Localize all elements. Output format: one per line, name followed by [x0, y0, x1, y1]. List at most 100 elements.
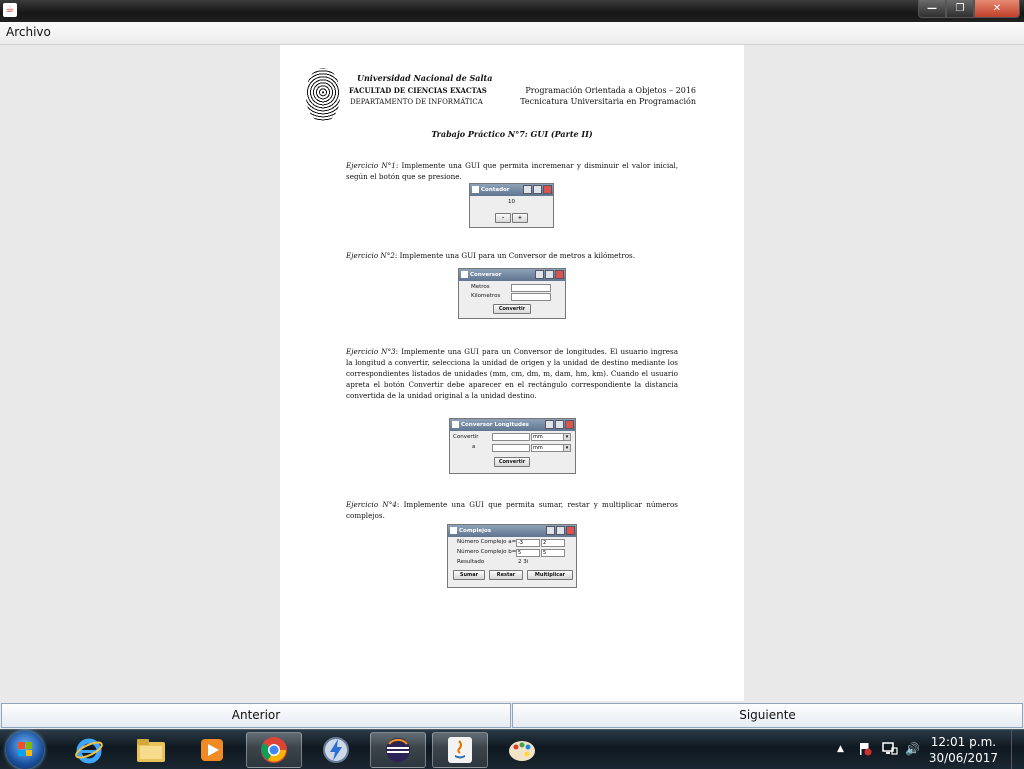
complejo-b-real[interactable]: 5: [516, 549, 540, 557]
taskbar-explorer[interactable]: [123, 732, 179, 768]
maximize-icon: [533, 185, 542, 194]
lightning-app-icon: [323, 737, 349, 763]
complejo-a-label: Número Complejo a=: [457, 539, 517, 545]
increment-button[interactable]: +: [512, 213, 528, 223]
taskbar-media-player[interactable]: [184, 732, 240, 768]
kilometros-field[interactable]: [511, 293, 551, 301]
course-name: Programación Orientada a Objetos – 2016: [525, 86, 696, 95]
contador-title-bar: Contador: [470, 184, 553, 196]
start-button[interactable]: [6, 731, 44, 769]
exercise-3-label: Ejercicio N°3: [346, 347, 396, 356]
siguiente-button[interactable]: Siguiente: [512, 703, 1023, 728]
folder-icon: [137, 739, 165, 762]
close-icon: [543, 185, 552, 194]
multiplicar-button[interactable]: Multiplicar: [527, 570, 573, 580]
career-name: Tecnicatura Universitaria en Programació…: [520, 97, 696, 106]
mini-window-controls: [523, 185, 552, 194]
minimize-icon: [546, 526, 555, 535]
university-name: Universidad Nacional de Salta: [357, 73, 493, 83]
convertir-label: Convertir: [453, 434, 479, 440]
complejos-title: Complejos: [459, 528, 492, 534]
document-title: Trabajo Práctico N°7: GUI (Parte II): [431, 129, 593, 139]
taskbar-java[interactable]: [432, 732, 488, 768]
network-icon[interactable]: [882, 742, 898, 759]
internet-explorer-icon: [75, 738, 103, 764]
maximize-icon: [545, 270, 554, 279]
taskbar-paint[interactable]: [494, 732, 550, 768]
unidad-destino-select[interactable]: mm: [531, 444, 565, 452]
action-center-flag-icon[interactable]: [858, 742, 872, 759]
university-logo: [306, 68, 340, 122]
complejo-b-imag[interactable]: 5: [541, 549, 565, 557]
complejos-title-bar: Complejos: [448, 525, 576, 537]
contador-title: Contador: [481, 187, 510, 193]
longitud-input[interactable]: [492, 433, 530, 441]
clock-date: 30/06/2017: [928, 751, 998, 765]
volume-icon[interactable]: 🔊: [905, 742, 920, 756]
close-button[interactable]: ✕: [974, 0, 1020, 18]
exercise-1-text: Ejercicio N°1: Implemente una GUI que pe…: [346, 160, 678, 182]
complejo-a-imag[interactable]: 2: [541, 539, 565, 547]
close-icon: [555, 270, 564, 279]
show-desktop-button[interactable]: [1011, 730, 1024, 769]
anterior-button[interactable]: Anterior: [1, 703, 511, 728]
chrome-icon: [261, 737, 287, 763]
chevron-down-icon[interactable]: ▾: [563, 433, 571, 441]
contador-window: Contador 10 - +: [469, 183, 554, 228]
taskbar-app-lightning[interactable]: [308, 732, 364, 768]
maximize-icon: [556, 526, 565, 535]
exercise-2-label: Ejercicio N°2: [346, 251, 395, 260]
close-icon: [565, 420, 574, 429]
network-monitor-icon: [882, 742, 898, 755]
window-icon: [450, 527, 457, 534]
taskbar: ▲ 🔊 12:01 p.m. 30/06/2017: [0, 729, 1024, 769]
exercise-3-text: Ejercicio N°3: Implemente una GUI para u…: [346, 346, 678, 401]
window-icon: [472, 186, 479, 193]
taskbar-eclipse[interactable]: [370, 732, 426, 768]
resultado-field[interactable]: [492, 444, 530, 452]
metros-label: Metros: [471, 284, 490, 290]
a-label: a: [472, 444, 476, 450]
media-player-icon: [201, 739, 223, 761]
convertir-button[interactable]: Convertir: [493, 304, 531, 314]
sumar-button[interactable]: Sumar: [453, 570, 485, 580]
minimize-button[interactable]: —: [918, 0, 946, 18]
restar-button[interactable]: Restar: [489, 570, 523, 580]
convertir-longitud-button[interactable]: Convertir: [494, 457, 530, 467]
eclipse-icon: [386, 738, 410, 762]
menu-archivo[interactable]: Archivo: [6, 25, 51, 39]
exercise-4-label: Ejercicio N°4: [346, 500, 397, 509]
maximize-icon: [555, 420, 564, 429]
exercise-4-text: Ejercicio N°4: Implemente una GUI que pe…: [346, 499, 678, 521]
exercise-1-label: Ejercicio N°1: [346, 161, 396, 170]
exercise-2-body: : Implemente una GUI para un Conversor d…: [394, 251, 636, 260]
contador-value: 10: [508, 199, 515, 205]
show-hidden-icons-button[interactable]: ▲: [837, 744, 844, 754]
window-icon: [461, 271, 468, 278]
menu-bar: Archivo: [0, 22, 1024, 45]
maximize-button[interactable]: ❐: [946, 0, 974, 18]
chevron-down-icon[interactable]: ▾: [563, 444, 571, 452]
window-controls: — ❐ ✕: [918, 0, 1020, 18]
paint-palette-icon: [509, 741, 535, 761]
longitudes-title-bar: Conversor Longitudes: [450, 419, 575, 431]
conversor-window: Conversor Metros Kilometros Convertir: [458, 268, 566, 319]
taskbar-internet-explorer[interactable]: [61, 732, 117, 768]
clock-time: 12:01 p.m.: [930, 735, 997, 749]
window-title-bar: ☕ — ❐ ✕: [0, 0, 1024, 22]
complejo-b-label: Número Complejo b=: [457, 549, 517, 555]
resultado-value: 2 3i: [518, 559, 529, 565]
unidad-origen-select[interactable]: mm: [531, 433, 565, 441]
taskbar-chrome[interactable]: [246, 732, 302, 768]
complejo-a-real[interactable]: -3: [516, 539, 540, 547]
kilometros-label: Kilometros: [471, 293, 501, 299]
java-icon: ☕: [3, 3, 17, 17]
close-icon: [566, 526, 575, 535]
metros-field[interactable]: [511, 284, 551, 292]
system-clock[interactable]: 12:01 p.m. 30/06/2017: [929, 734, 998, 766]
minimize-icon: [535, 270, 544, 279]
mini-window-controls: [546, 526, 575, 535]
window-icon: [452, 421, 459, 428]
faculty-name: FACULTAD DE CIENCIAS EXACTAS: [349, 86, 487, 95]
decrement-button[interactable]: -: [495, 213, 511, 223]
